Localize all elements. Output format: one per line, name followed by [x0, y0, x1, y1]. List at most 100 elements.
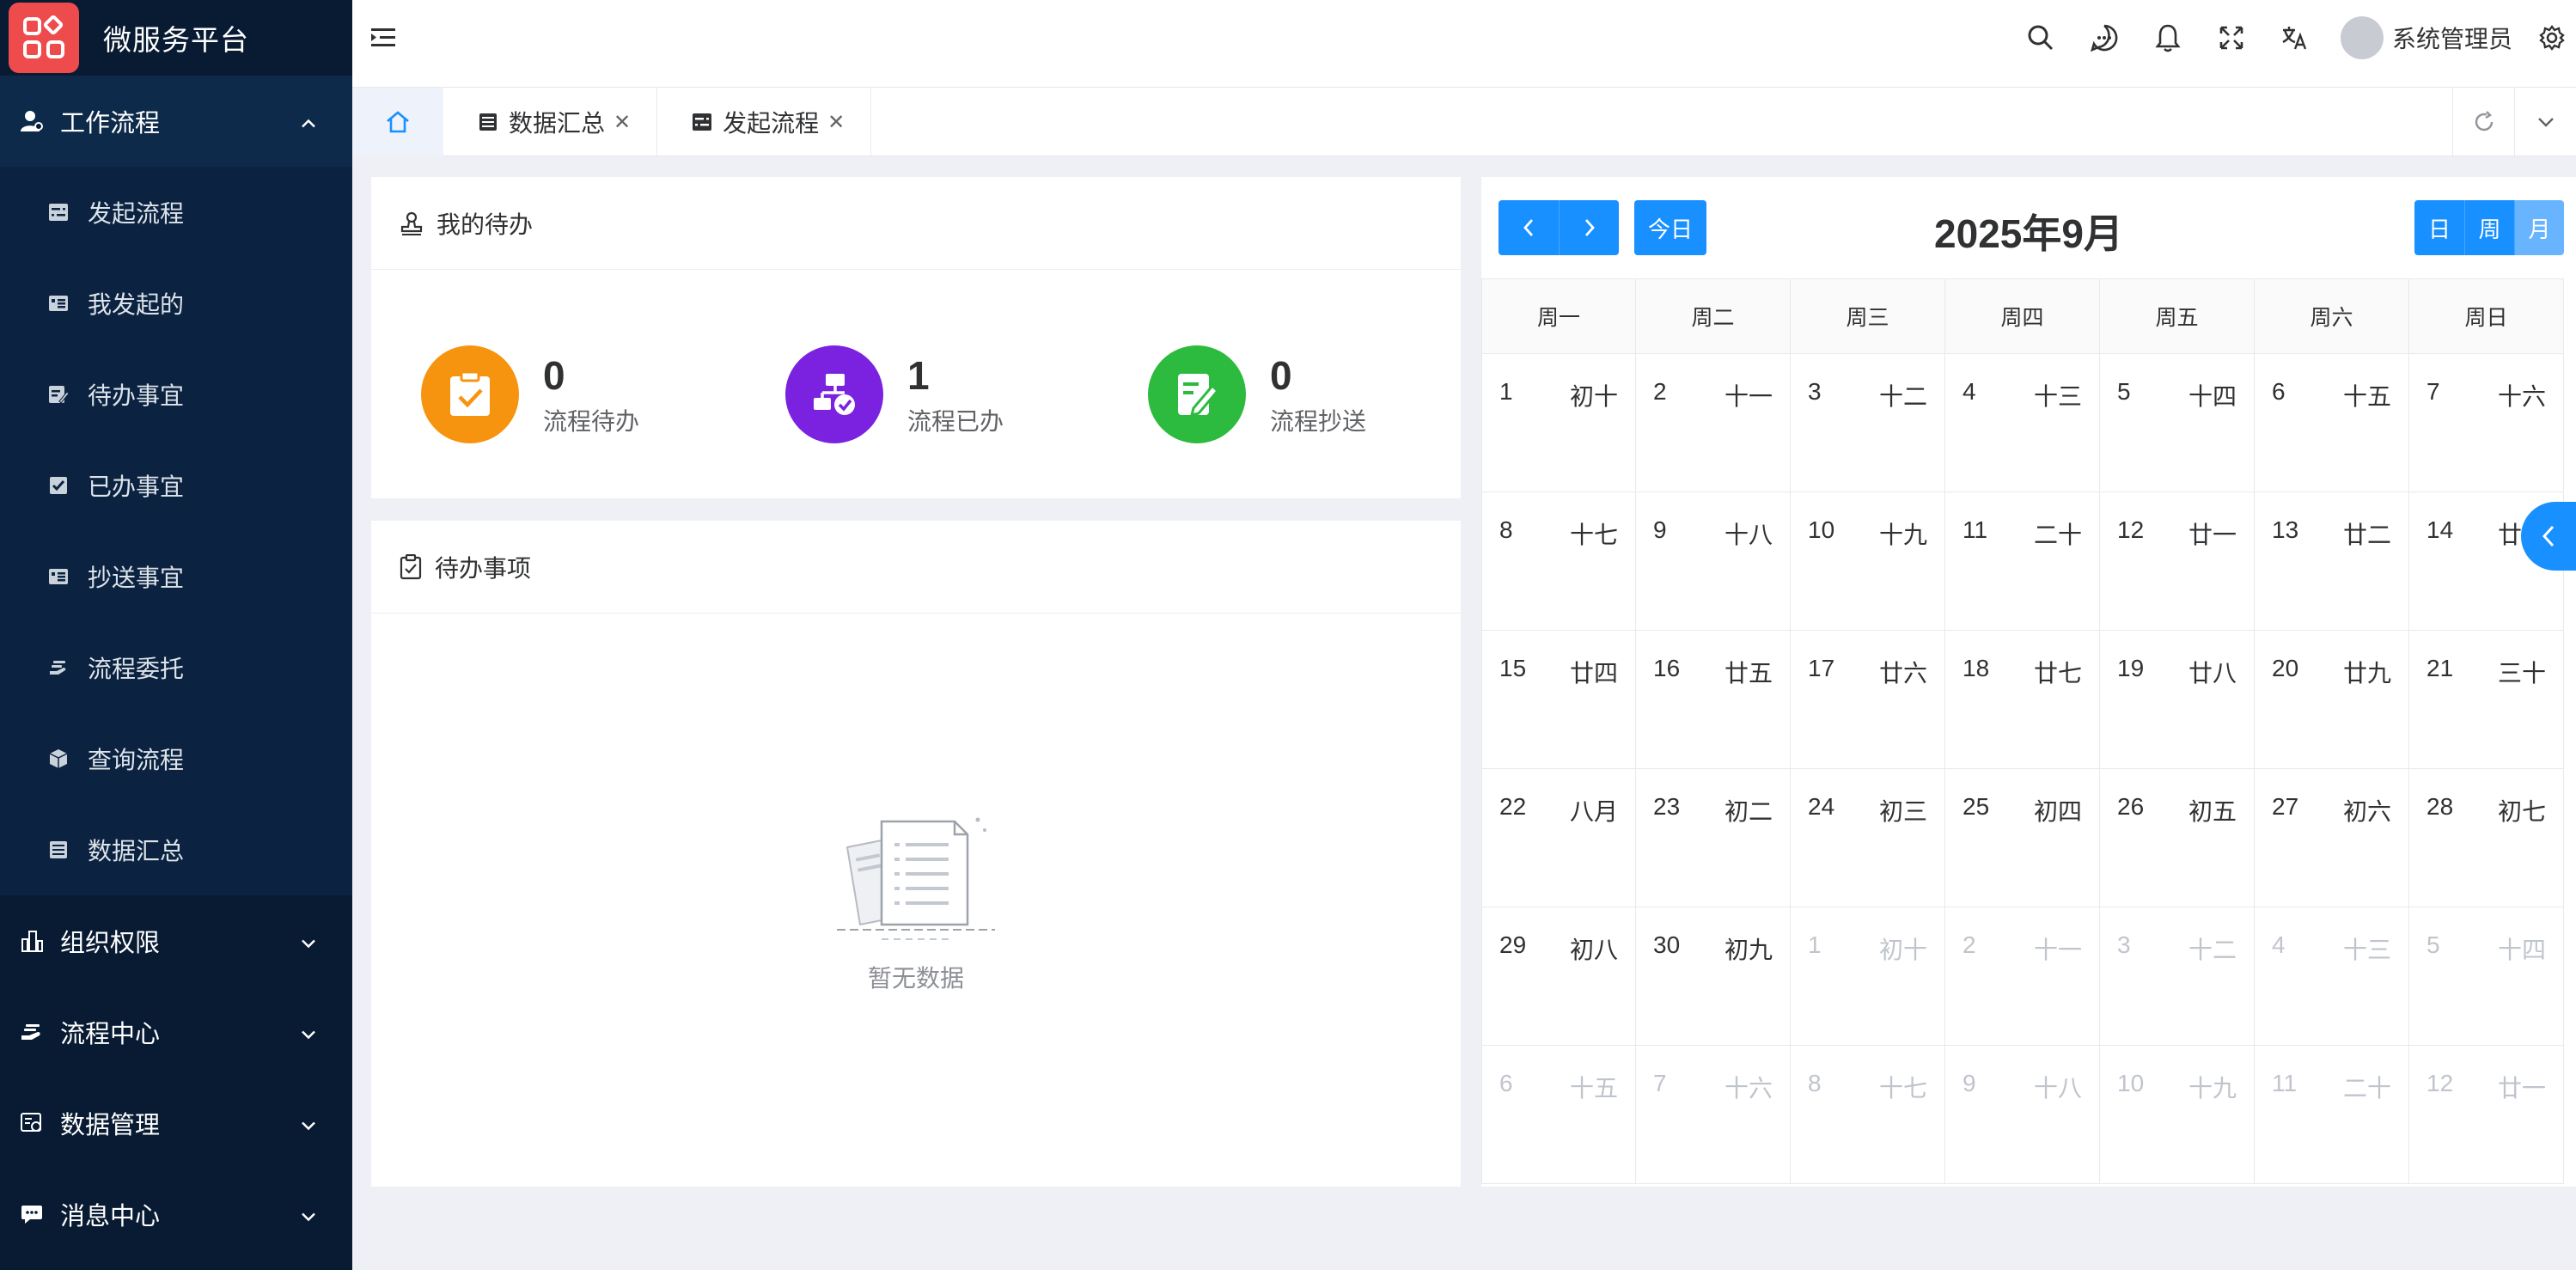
sidebar-item-query[interactable]: 查询流程 — [0, 713, 352, 804]
calendar-day-cell[interactable]: 11 二十 — [1945, 492, 2100, 630]
tab-home[interactable] — [352, 88, 443, 156]
calendar-day-cell[interactable]: 4 十三 — [2255, 907, 2409, 1045]
translate-icon[interactable] — [2263, 0, 2327, 76]
tab-data-summary[interactable]: 数据汇总 ✕ — [443, 88, 658, 156]
calendar-day-cell[interactable]: 29 初八 — [1481, 907, 1636, 1045]
app-logo[interactable] — [9, 3, 79, 73]
stat-label: 流程待办 — [543, 408, 640, 435]
stat-pending[interactable]: 0 流程待办 — [421, 345, 639, 443]
view-day-button[interactable]: 日 — [2414, 200, 2464, 255]
user-menu[interactable]: 系统管理员 — [2340, 16, 2512, 59]
day-number: 10 — [2117, 1070, 2145, 1096]
menu-group-process-center[interactable]: 流程中心 — [0, 986, 352, 1078]
lunar-date: 初五 — [2188, 798, 2237, 825]
calendar-day-cell[interactable]: 15 廿四 — [1481, 631, 1636, 768]
sidebar-item-todo[interactable]: 待办事宜 — [0, 349, 352, 440]
calendar-day-cell[interactable]: 6 十五 — [2255, 354, 2409, 492]
calendar-day-cell[interactable]: 2 十一 — [1945, 907, 2100, 1045]
calendar-day-cell[interactable]: 7 十六 — [2409, 354, 2564, 492]
calendar-day-cell[interactable]: 18 廿七 — [1945, 631, 2100, 768]
calendar-day-cell[interactable]: 9 十八 — [1636, 492, 1791, 630]
stat-handled[interactable]: 1 流程已办 — [785, 345, 1004, 443]
calendar-day-cell[interactable]: 24 初三 — [1791, 769, 1945, 907]
calendar-day-cell[interactable]: 9 十八 — [1945, 1046, 2100, 1183]
sidebar-item-my-started[interactable]: 我发起的 — [0, 258, 352, 349]
calendar-day-cell[interactable]: 2 十一 — [1636, 354, 1791, 492]
menu-group-message[interactable]: 消息中心 — [0, 1169, 352, 1260]
menu-group-org[interactable]: 组织权限 — [0, 895, 352, 986]
calendar-day-cell[interactable]: 5 十四 — [2409, 907, 2564, 1045]
menu-group-label: 消息中心 — [60, 1203, 161, 1230]
lunar-date: 初四 — [2033, 798, 2082, 825]
sidebar-item-done[interactable]: 已办事宜 — [0, 440, 352, 531]
calendar-toolbar: 今日 2025年9月 日 周 月 — [1481, 177, 2576, 278]
calendar-day-cell[interactable]: 22 八月 — [1481, 769, 1636, 907]
fullscreen-icon[interactable] — [2200, 0, 2263, 76]
calendar-day-cell[interactable]: 17 廿六 — [1791, 631, 1945, 768]
avatar[interactable] — [2340, 16, 2384, 59]
lunar-date: 十一 — [2033, 937, 2082, 963]
calendar-day-cell[interactable]: 20 廿九 — [2255, 631, 2409, 768]
chat-icon[interactable] — [2072, 0, 2136, 76]
calendar-day-cell[interactable]: 11 二十 — [2255, 1046, 2409, 1183]
table-icon — [478, 112, 498, 132]
edit-doc-icon — [48, 384, 69, 405]
menu-group-data[interactable]: 数据管理 — [0, 1078, 352, 1169]
calendar-day-cell[interactable]: 5 十四 — [2100, 354, 2255, 492]
form-icon — [692, 112, 712, 132]
day-number: 23 — [1653, 793, 1681, 820]
close-icon[interactable]: ✕ — [827, 110, 845, 135]
lunar-date: 十九 — [1878, 522, 1927, 548]
calendar-day-cell[interactable]: 13 廿二 — [2255, 492, 2409, 630]
sidebar-item-cc[interactable]: 抄送事宜 — [0, 531, 352, 622]
menu-group-workflow[interactable]: 工作流程 — [0, 76, 352, 167]
calendar-day-cell[interactable]: 21 三十 — [2409, 631, 2564, 768]
search-icon[interactable] — [2009, 0, 2072, 76]
logo-row: 微服务平台 — [0, 0, 352, 76]
calendar-day-cell[interactable]: 6 十五 — [1481, 1046, 1636, 1183]
calendar-day-cell[interactable]: 1 初十 — [1791, 907, 1945, 1045]
view-month-button[interactable]: 月 — [2514, 200, 2564, 255]
sidebar-item-summary[interactable]: 数据汇总 — [0, 804, 352, 895]
calendar-day-cell[interactable]: 10 十九 — [2100, 1046, 2255, 1183]
calendar-day-cell[interactable]: 8 十七 — [1791, 1046, 1945, 1183]
stat-text: 1 流程已办 — [907, 351, 1004, 437]
calendar-day-cell[interactable]: 8 十七 — [1481, 492, 1636, 630]
top-header: 系统管理员 — [352, 0, 2576, 88]
refresh-icon[interactable] — [2452, 88, 2514, 156]
gear-icon[interactable] — [2528, 0, 2576, 76]
stat-text: 0 流程待办 — [543, 351, 639, 437]
calendar-day-cell[interactable]: 10 十九 — [1791, 492, 1945, 630]
sidebar-item-label: 查询流程 — [88, 747, 185, 773]
bell-icon[interactable] — [2136, 0, 2200, 76]
calendar-day-cell[interactable]: 19 廿八 — [2100, 631, 2255, 768]
calendar-day-cell[interactable]: 12 廿一 — [2100, 492, 2255, 630]
calendar-day-cell[interactable]: 30 初九 — [1636, 907, 1791, 1045]
calendar-day-cell[interactable]: 27 初六 — [2255, 769, 2409, 907]
card-title: 待办事项 — [435, 554, 532, 582]
calendar-day-cell[interactable]: 4 十三 — [1945, 354, 2100, 492]
calendar-day-cell[interactable]: 3 十二 — [2100, 907, 2255, 1045]
card-title: 我的待办 — [436, 211, 534, 238]
calendar-day-cell[interactable]: 28 初七 — [2409, 769, 2564, 907]
calendar-week-row: 8十七9十八10十九11二十12廿一13廿二14廿三 — [1481, 492, 2564, 631]
close-icon[interactable]: ✕ — [613, 110, 631, 135]
calendar-day-cell[interactable]: 16 廿五 — [1636, 631, 1791, 768]
collapse-menu-icon[interactable] — [371, 26, 397, 54]
user-name: 系统管理员 — [2391, 26, 2512, 52]
calendar-day-cell[interactable]: 26 初五 — [2100, 769, 2255, 907]
calendar-day-cell[interactable]: 3 十二 — [1791, 354, 1945, 492]
calendar-day-cell[interactable]: 23 初二 — [1636, 769, 1791, 907]
calendar-body: 1 初十 2 十一 3 十二 4 十三 5 十四 6 十五 7 十六 8 十七 9 十八 10 十九 11 二十 12 廿一 1… — [1481, 354, 2564, 1184]
calendar-day-cell[interactable]: 7 十六 — [1636, 1046, 1791, 1183]
stat-cc[interactable]: 0 流程抄送 — [1148, 345, 1366, 443]
chevron-down-icon[interactable] — [2514, 88, 2576, 156]
sidebar-item-label: 待办事宜 — [88, 382, 185, 409]
calendar-day-cell[interactable]: 12 廿一 — [2409, 1046, 2564, 1183]
view-week-button[interactable]: 周 — [2464, 200, 2514, 255]
sidebar-item-start-process[interactable]: 发起流程 — [0, 167, 352, 258]
tab-start-process[interactable]: 发起流程 ✕ — [657, 88, 872, 156]
calendar-day-cell[interactable]: 25 初四 — [1945, 769, 2100, 907]
sidebar-item-delegate[interactable]: 流程委托 — [0, 622, 352, 713]
calendar-day-cell[interactable]: 1 初十 — [1481, 354, 1636, 492]
